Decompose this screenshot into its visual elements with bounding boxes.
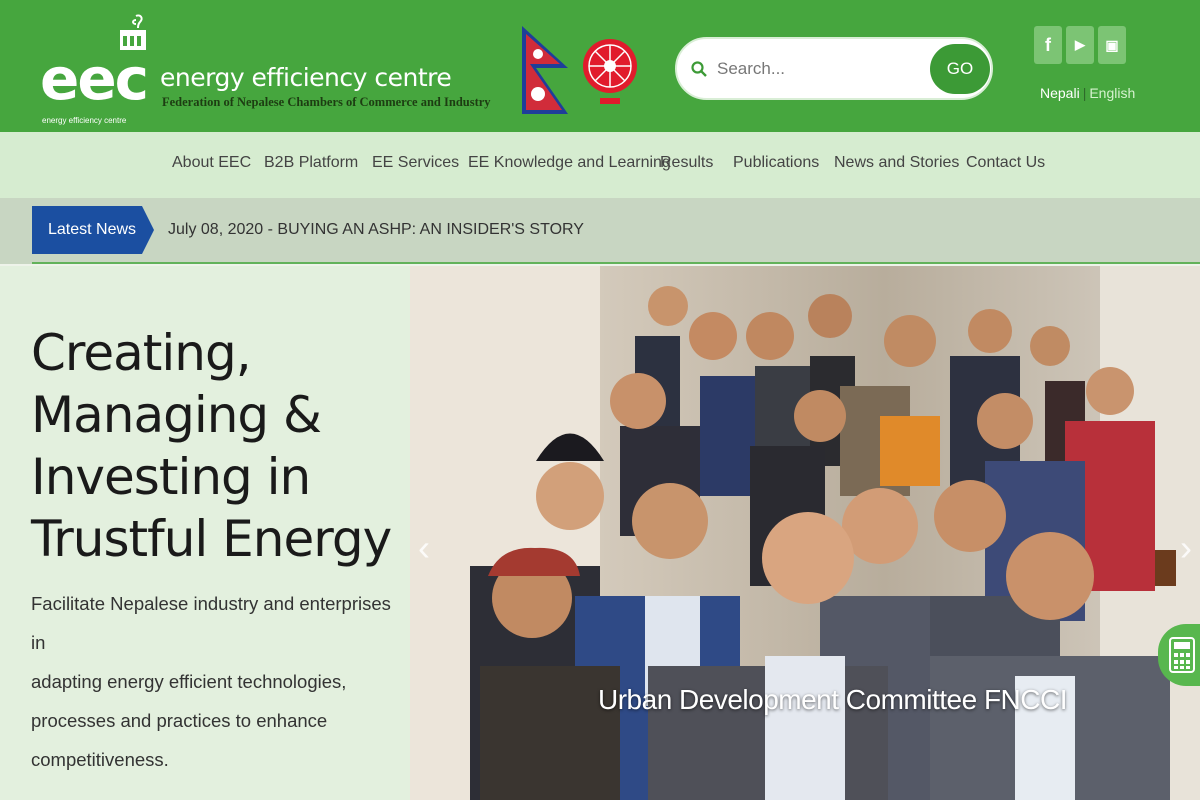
latest-news-badge: Latest News [32, 206, 142, 254]
org-title: energy efficiency centre [160, 63, 452, 92]
nav-news-stories[interactable]: News and Stories [834, 154, 959, 172]
nav-ee-knowledge[interactable]: EE Knowledge and Learning [468, 154, 671, 172]
hero-title-line: Creating, [31, 324, 252, 382]
hero-description: Facilitate Nepalese industry and enterpr… [31, 584, 391, 779]
news-ticker: Latest News July 08, 2020 - BUYING AN AS… [0, 198, 1200, 264]
nav-about[interactable]: About EEC [172, 154, 251, 172]
ticker-divider [32, 262, 1200, 264]
hero-desc-line: Facilitate Nepalese industry and enterpr… [31, 593, 391, 653]
hero-title-line: Investing in [31, 448, 311, 506]
facebook-icon[interactable]: f [1034, 26, 1062, 64]
org-subtitle: Federation of Nepalese Chambers of Comme… [162, 95, 491, 109]
lang-english[interactable]: English [1089, 85, 1135, 101]
hero-desc-line: adapting energy efficient technologies, [31, 671, 347, 692]
hero-title: Creating, Managing & Investing in Trustf… [31, 322, 401, 570]
hero-title-line: Managing & [31, 386, 322, 444]
badge-arrow [142, 206, 154, 254]
nav-publications[interactable]: Publications [733, 154, 819, 172]
prev-slide-icon[interactable]: ‹ [418, 528, 442, 568]
slide-caption: Urban Development Committee FNCCI [598, 684, 1068, 715]
search-icon [691, 61, 707, 77]
logo-tagline: energy efficiency centre [42, 116, 127, 125]
group-photo [410, 266, 1200, 800]
calculator-icon[interactable]: ▣ [1098, 26, 1126, 64]
nav-results[interactable]: Results [660, 154, 713, 172]
site-header: eec energy efficiency centre energy effi… [0, 0, 1200, 132]
nav-contact[interactable]: Contact Us [966, 154, 1045, 172]
eec-logo[interactable]: eec energy efficiency centre [38, 14, 150, 126]
hero-desc-line: competitiveness. [31, 749, 169, 770]
search-input[interactable] [717, 55, 917, 83]
search-go-button[interactable]: GO [930, 44, 990, 94]
language-switcher: Nepali | English [1040, 85, 1135, 101]
youtube-icon[interactable]: ▶ [1066, 26, 1094, 64]
next-slide-icon[interactable]: › [1180, 528, 1200, 568]
nav-ee-services[interactable]: EE Services [372, 154, 459, 172]
hero-title-line: Trustful Energy [31, 510, 392, 568]
calculator-widget-icon [1169, 637, 1195, 673]
main-nav: About EEC B2B Platform EE Services EE Kn… [0, 132, 1200, 198]
fncci-seal-icon [583, 39, 637, 104]
hero-desc-line: processes and practices to enhance [31, 710, 328, 731]
logo-wordmark: eec [40, 45, 149, 113]
calculator-widget-button[interactable] [1158, 624, 1200, 686]
ticker-headline[interactable]: July 08, 2020 - BUYING AN ASHP: AN INSID… [168, 221, 584, 239]
hero-slideshow: ‹ › Urban Development Committee FNCCI [410, 266, 1200, 800]
hero-text-panel: Creating, Managing & Investing in Trustf… [0, 266, 410, 800]
search-box: GO [675, 37, 993, 100]
lang-separator: | [1082, 85, 1087, 101]
lang-nepali[interactable]: Nepali [1040, 85, 1080, 101]
nav-b2b-platform[interactable]: B2B Platform [264, 154, 358, 172]
nepal-flag-icon [522, 26, 568, 114]
